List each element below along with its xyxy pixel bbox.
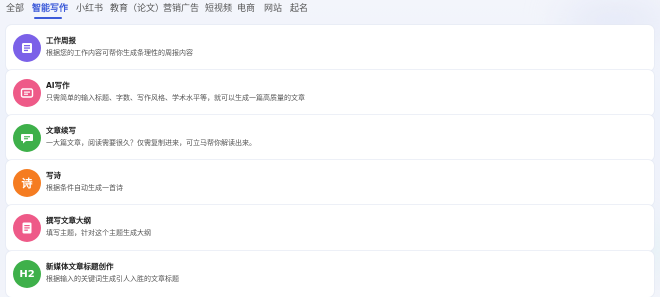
card-title: 写诗 bbox=[46, 171, 61, 180]
tab-website[interactable]: 网站 bbox=[264, 3, 282, 15]
tab-education-paper[interactable]: 教育（论文） bbox=[110, 3, 164, 15]
heading-h2-icon: H2 bbox=[13, 260, 41, 288]
tab-all[interactable]: 全部 bbox=[6, 3, 24, 15]
card-description: 只需简单的输入标题、字数、写作风格、学术水平等，就可以生成一篇高质量的文章 bbox=[46, 94, 305, 102]
tool-card-poem[interactable]: 诗 写诗 根据条件自动生成一首诗 bbox=[6, 160, 654, 206]
card-description: 根据条件自动生成一首诗 bbox=[46, 184, 123, 192]
tab-xiaohongshu[interactable]: 小红书 bbox=[76, 3, 103, 15]
tool-card-new-media-title[interactable]: H2 新媒体文章标题创作 根据输入的关键词生成引人入胜的文章标题 bbox=[6, 251, 654, 297]
card-title: 撰写文章大纲 bbox=[46, 216, 91, 225]
card-description: 根据输入的关键词生成引人入胜的文章标题 bbox=[46, 275, 179, 283]
card-title: 文章续写 bbox=[46, 126, 76, 135]
card-description: 填写主题，针对这个主题生成大纲 bbox=[46, 229, 151, 237]
poem-icon: 诗 bbox=[13, 169, 41, 197]
tab-short-video[interactable]: 短视频 bbox=[205, 3, 232, 15]
tab-ecommerce[interactable]: 电商 bbox=[237, 3, 255, 15]
category-tabs: 全部 智能写作 小红书 教育（论文） 营销广告 短视频 电商 网站 起名 bbox=[0, 0, 660, 20]
tool-card-ai-writing[interactable]: AI写作 只需简单的输入标题、字数、写作风格、学术水平等，就可以生成一篇高质量的… bbox=[6, 70, 654, 116]
card-description: 一大篇文章，阅读需要很久？仅需复制进来，可立马帮你解读出来。 bbox=[46, 139, 256, 147]
tool-card-weekly-report[interactable]: 工作周报 根据您的工作内容可帮你生成条理性的周报内容 bbox=[6, 25, 654, 71]
report-icon bbox=[13, 34, 41, 62]
active-tab-indicator bbox=[34, 17, 62, 19]
card-description: 根据您的工作内容可帮你生成条理性的周报内容 bbox=[46, 49, 193, 57]
tool-card-article-outline[interactable]: 撰写文章大纲 填写主题，针对这个主题生成大纲 bbox=[6, 205, 654, 251]
tool-card-article-continuation[interactable]: 文章续写 一大篇文章，阅读需要很久？仅需复制进来，可立马帮你解读出来。 bbox=[6, 115, 654, 161]
card-title: 新媒体文章标题创作 bbox=[46, 262, 114, 271]
tab-smart-writing[interactable]: 智能写作 bbox=[32, 3, 68, 15]
tab-naming[interactable]: 起名 bbox=[290, 3, 308, 15]
tab-marketing-ads[interactable]: 营销广告 bbox=[163, 3, 199, 15]
chat-bubble-icon bbox=[13, 124, 41, 152]
card-title: AI写作 bbox=[46, 81, 70, 90]
card-title: 工作周报 bbox=[46, 36, 76, 45]
outline-icon bbox=[13, 214, 41, 242]
ai-write-icon bbox=[13, 79, 41, 107]
